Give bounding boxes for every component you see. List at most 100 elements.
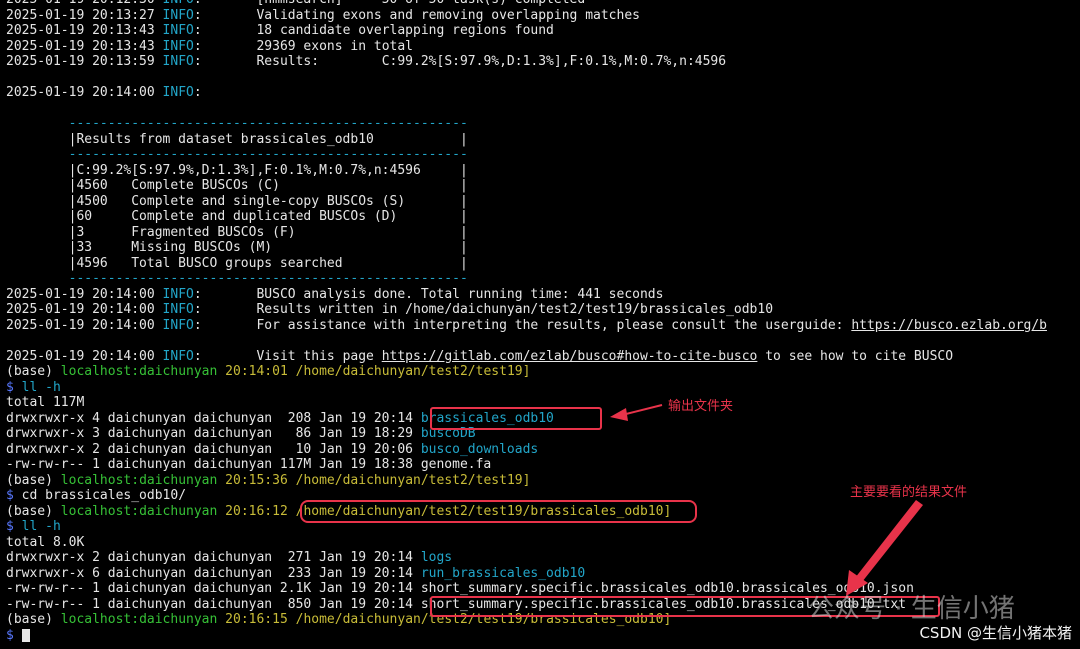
terminal-text: total 117M: [6, 395, 85, 410]
terminal-text: -rw-rw-r-- 1 daichunyan daichunyan 117M …: [6, 457, 492, 472]
terminal-text: $: [6, 627, 22, 643]
terminal-line: |4560 Complete BUSCOs (C) |: [6, 178, 1080, 194]
terminal-text: INFO: [162, 302, 194, 317]
terminal-text: 2025-01-19 20:13:27: [6, 7, 163, 23]
main-result-label: 主要要看的结果文件: [850, 485, 968, 500]
terminal-text: $: [6, 519, 22, 534]
terminal-text: : 29369 exons in total: [193, 38, 414, 54]
cd-path-highlight: [300, 500, 697, 523]
terminal-text: 2025-01-19 20:13:59: [6, 54, 163, 69]
terminal-line: |Results from dataset brassicales_odb10 …: [6, 132, 1080, 148]
terminal-text: INFO: [162, 38, 194, 54]
terminal-line: |4500 Complete and single-copy BUSCOs (S…: [6, 194, 1080, 210]
terminal-text: $: [6, 488, 22, 503]
terminal-line: 2025-01-19 20:14:00 INFO: Visit this pag…: [6, 349, 1080, 365]
terminal-text: run_brassicales_odb10: [420, 565, 586, 581]
terminal-text: : Results: C:99.2%[S:97.9%,D:1.3%],F:0.1…: [193, 54, 727, 69]
output-folder-highlight: [430, 407, 602, 430]
csdn-watermark: CSDN @生信小猪本猪: [919, 624, 1072, 642]
terminal-text: drwxrwxr-x 4 daichunyan daichunyan 208 J…: [6, 410, 421, 426]
terminal-text: INFO: [163, 0, 194, 7]
terminal-text: 2025-01-19 20:13:43: [6, 23, 163, 38]
terminal-text: localhost:daichunyan: [60, 472, 218, 488]
terminal-text: localhost:daichunyan: [60, 503, 218, 519]
terminal-line: 2025-01-19 20:12:30 INFO: [hmmsearch] 50…: [6, 0, 1080, 8]
terminal-line: 2025-01-19 20:13:43 INFO: 29369 exons in…: [6, 39, 1080, 55]
terminal-text: : Results written in /home/daichunyan/te…: [193, 302, 774, 317]
terminal-text: 2025-01-19 20:14:00: [6, 348, 163, 364]
terminal-line: 2025-01-19 20:14:00 INFO:: [6, 85, 1080, 101]
terminal-text: to see how to cite BUSCO: [757, 348, 954, 364]
terminal-line: 2025-01-19 20:14:00 INFO: For assistance…: [6, 318, 1080, 334]
terminal-line: 2025-01-19 20:14:00 INFO: BUSCO analysis…: [6, 287, 1080, 303]
terminal-text: |3 Fragmented BUSCOs (F) |: [6, 224, 468, 240]
terminal-text: INFO: [162, 7, 194, 23]
terminal-text: -rw-rw-r-- 1 daichunyan daichunyan 2.1K …: [6, 581, 914, 596]
terminal-text: 20:14:01: [225, 364, 288, 379]
terminal-line: |33 Missing BUSCOs (M) |: [6, 240, 1080, 256]
terminal-line: ----------------------------------------…: [6, 271, 1080, 287]
terminal-line: |C:99.2%[S:97.9%,D:1.3%],F:0.1%,M:0.7%,n…: [6, 163, 1080, 179]
terminal-text: : For assistance with interpreting the r…: [193, 317, 852, 333]
terminal-text: drwxrwxr-x 3 daichunyan daichunyan 86 Ja…: [6, 426, 421, 441]
terminal-text: total 8.0K: [6, 534, 85, 550]
terminal-text: INFO: [162, 348, 194, 364]
terminal-text: localhost:daichunyan: [60, 612, 218, 627]
terminal-text: |Results from dataset brassicales_odb10 …: [6, 131, 468, 147]
terminal-line: 2025-01-19 20:13:43 INFO: 18 candidate o…: [6, 23, 1080, 39]
output-folder-label: 输出文件夹: [668, 399, 734, 414]
terminal-text: ----------------------------------------…: [68, 116, 468, 131]
terminal-line: total 8.0K: [6, 535, 1080, 551]
terminal-text: : Visit this page: [193, 348, 382, 364]
terminal-text: drwxrwxr-x 6 daichunyan daichunyan 233 J…: [6, 565, 421, 581]
wechat-watermark: 公众号 · 生信小猪: [808, 594, 1015, 624]
terminal-link[interactable]: https://busco.ezlab.org/b: [851, 318, 1047, 333]
terminal-text: /home/daichunyan/test2/test19]: [295, 364, 531, 379]
terminal-output[interactable]: 2025-01-19 20:12:30 INFO: [hmmsearch] 50…: [6, 0, 1080, 649]
terminal-text: 2025-01-19 20:12:30: [6, 0, 163, 7]
terminal-text: drwxrwxr-x 2 daichunyan daichunyan 271 J…: [6, 550, 421, 565]
terminal-line: 2025-01-19 20:13:27 INFO: Validating exo…: [6, 8, 1080, 24]
terminal-text: drwxrwxr-x 2 daichunyan daichunyan 10 Ja…: [6, 441, 421, 457]
terminal-text: /home/daichunyan/test2/test19]: [295, 472, 531, 488]
terminal-text: ----------------------------------------…: [68, 147, 468, 162]
terminal-text: localhost:daichunyan: [60, 364, 218, 379]
terminal-line: ----------------------------------------…: [6, 147, 1080, 163]
terminal-text: (base): [6, 472, 61, 488]
terminal-text: $: [6, 379, 22, 395]
terminal-text: |33 Missing BUSCOs (M) |: [6, 240, 468, 255]
terminal-line: drwxrwxr-x 6 daichunyan daichunyan 233 J…: [6, 566, 1080, 582]
terminal-text: INFO: [162, 23, 194, 38]
terminal-text: |4500 Complete and single-copy BUSCOs (S…: [6, 193, 468, 209]
terminal-text: 2025-01-19 20:14:00: [6, 302, 163, 317]
terminal-text: INFO: [162, 317, 194, 333]
terminal-text: |4596 Total BUSCO groups searched |: [6, 255, 468, 271]
terminal-line: |60 Complete and duplicated BUSCOs (D) |: [6, 209, 1080, 225]
terminal-text: cd brassicales_odb10/: [21, 488, 187, 503]
terminal-text: 2025-01-19 20:14:00: [6, 286, 163, 302]
terminal-text: 2025-01-19 20:14:00: [6, 317, 163, 333]
terminal-text: |4560 Complete BUSCOs (C) |: [6, 178, 468, 193]
terminal-text: busco_downloads: [420, 441, 539, 457]
terminal-text: : BUSCO analysis done. Total running tim…: [193, 286, 664, 302]
terminal-text: 2025-01-19 20:13:43: [6, 38, 163, 54]
terminal-line: (base) localhost:daichunyan 20:14:01 /ho…: [6, 364, 1080, 380]
terminal-line: ----------------------------------------…: [6, 116, 1080, 132]
terminal-cursor: [21, 628, 30, 642]
terminal-text: 20:15:36: [225, 472, 288, 488]
terminal-line: 2025-01-19 20:13:59 INFO: Results: C:99.…: [6, 54, 1080, 70]
terminal-text: logs: [420, 550, 453, 565]
terminal-link[interactable]: https://gitlab.com/ezlab/busco#how-to-ci…: [382, 349, 758, 364]
terminal-line: |3 Fragmented BUSCOs (F) |: [6, 225, 1080, 241]
terminal-text: (base): [6, 503, 61, 519]
